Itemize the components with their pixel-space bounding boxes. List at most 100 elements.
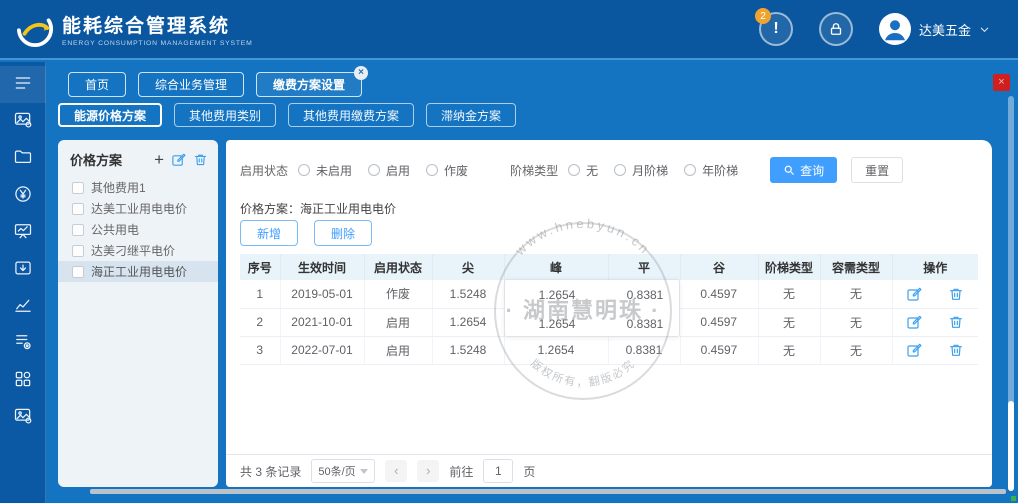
radio-icon[interactable] — [614, 164, 626, 176]
checkbox[interactable] — [72, 203, 84, 215]
sidebar-item-9[interactable] — [0, 399, 46, 436]
checkbox[interactable] — [72, 266, 84, 278]
line-chart-icon — [13, 295, 33, 318]
user-menu[interactable]: 达美五金 — [879, 13, 990, 45]
table-cell: 1 — [240, 280, 280, 308]
column-header: 尖 — [432, 254, 504, 280]
tab-sub-1[interactable]: 其他费用类别 — [174, 103, 276, 127]
edit-row-icon[interactable] — [906, 342, 922, 358]
notification-button[interactable]: ! 2 — [759, 12, 793, 46]
radio-icon[interactable] — [684, 164, 696, 176]
search-button[interactable]: 查询 — [770, 157, 837, 183]
radio-icon[interactable] — [568, 164, 580, 176]
tab-main-1[interactable]: 综合业务管理 — [138, 72, 244, 97]
table-cell-actions — [892, 308, 978, 336]
delete-row-icon[interactable] — [948, 314, 964, 330]
sub-tabs: 能源价格方案其他费用类别其他费用缴费方案滞纳金方案 — [58, 103, 516, 127]
overlay-value: 1.2654 — [505, 280, 609, 309]
sidebar-item-3[interactable] — [0, 177, 46, 214]
checkbox[interactable] — [72, 182, 84, 194]
resize-corner-dot — [1011, 496, 1016, 501]
sidebar-item-5[interactable] — [0, 251, 46, 288]
checkbox[interactable] — [72, 224, 84, 236]
table-cell: 2022-07-01 — [280, 336, 364, 364]
table-cell: 2 — [240, 308, 280, 336]
tab-sub-3[interactable]: 滞纳金方案 — [426, 103, 516, 127]
sidebar — [0, 62, 46, 503]
close-tab-icon[interactable]: × — [354, 66, 368, 80]
tab-main-2[interactable]: 缴费方案设置× — [256, 72, 362, 97]
menu-icon — [13, 73, 33, 96]
table-cell: 无 — [758, 336, 820, 364]
edit-row-icon[interactable] — [906, 286, 922, 302]
column-header: 启用状态 — [364, 254, 432, 280]
table-cell: 1.2654 — [432, 308, 504, 336]
delete-button[interactable]: 删除 — [314, 220, 372, 246]
radio-icon[interactable] — [426, 164, 438, 176]
image-gear-icon — [13, 406, 33, 429]
column-header: 序号 — [240, 254, 280, 280]
delete-plan-icon[interactable] — [193, 152, 208, 167]
add-button[interactable]: 新增 — [240, 220, 298, 246]
radio-icon[interactable] — [368, 164, 380, 176]
column-header: 操作 — [892, 254, 978, 280]
delete-row-icon[interactable] — [948, 286, 964, 302]
tab-main-0[interactable]: 首页 — [68, 72, 126, 97]
checkbox[interactable] — [72, 245, 84, 257]
prev-page-button[interactable]: ‹ — [385, 460, 407, 482]
sidebar-item-6[interactable] — [0, 288, 46, 325]
table-cell: 无 — [820, 308, 892, 336]
sidebar-item-4[interactable] — [0, 214, 46, 251]
price-plan-list: 其他费用1达美工业用电电价公共用电达美刁继平电价海正工业用电电价 — [58, 177, 218, 282]
radio-ladder-type-2[interactable]: 年阶梯 — [684, 162, 738, 179]
notification-badge: 2 — [755, 8, 771, 24]
vertical-scrollbar-thumb[interactable] — [1008, 401, 1014, 491]
reset-button[interactable]: 重置 — [851, 157, 903, 183]
plan-list-item-0[interactable]: 其他费用1 — [58, 177, 218, 198]
edit-plan-icon[interactable] — [171, 152, 186, 167]
close-all-button[interactable]: × — [993, 74, 1010, 91]
page-number-input[interactable] — [483, 459, 513, 483]
app-logo: 能耗综合管理系统 ENERGY CONSUMPTION MANAGEMENT S… — [16, 10, 253, 48]
app-title: 能耗综合管理系统 — [62, 11, 253, 38]
sidebar-item-8[interactable] — [0, 362, 46, 399]
edit-row-icon[interactable] — [906, 314, 922, 330]
table-cell: 无 — [758, 308, 820, 336]
lock-button[interactable] — [819, 12, 853, 46]
add-plan-icon[interactable]: + — [154, 153, 164, 167]
sidebar-item-1[interactable] — [0, 103, 46, 140]
next-page-button[interactable]: › — [417, 460, 439, 482]
table-row: 32022-07-01启用1.52481.26540.83810.4597无无 — [240, 336, 978, 364]
radio-label: 启用 — [386, 162, 410, 179]
vertical-scrollbar[interactable] — [1008, 96, 1014, 491]
tab-sub-2[interactable]: 其他费用缴费方案 — [288, 103, 414, 127]
sidebar-item-7[interactable] — [0, 325, 46, 362]
plan-list-item-1[interactable]: 达美工业用电电价 — [58, 198, 218, 219]
radio-enable-status-1[interactable]: 启用 — [368, 162, 410, 179]
radio-ladder-type-0[interactable]: 无 — [568, 162, 598, 179]
plan-label: 海正工业用电电价 — [91, 263, 187, 280]
table-cell: 0.4597 — [680, 308, 758, 336]
avatar — [879, 13, 911, 45]
radio-label: 无 — [586, 162, 598, 179]
sidebar-item-0[interactable] — [0, 66, 46, 103]
table-cell-actions — [892, 336, 978, 364]
sidebar-item-2[interactable] — [0, 140, 46, 177]
plan-list-item-4[interactable]: 海正工业用电电价 — [58, 261, 218, 282]
table-cell: 0.4597 — [680, 280, 758, 308]
tab-sub-0[interactable]: 能源价格方案 — [58, 103, 162, 127]
radio-enable-status-2[interactable]: 作废 — [426, 162, 468, 179]
radio-enable-status-0[interactable]: 未启用 — [298, 162, 352, 179]
delete-row-icon[interactable] — [948, 342, 964, 358]
radio-icon[interactable] — [298, 164, 310, 176]
username: 达美五金 — [919, 20, 971, 39]
pagination-bar: 共 3 条记录 50条/页 ‹ › 前往 页 — [226, 454, 992, 487]
document-gear-icon — [13, 332, 33, 355]
plan-list-item-3[interactable]: 达美刁继平电价 — [58, 240, 218, 261]
horizontal-scrollbar[interactable] — [90, 489, 1006, 494]
filter-bar: 启用状态 未启用启用作废 阶梯类型 无月阶梯年阶梯 查询 重置 — [240, 156, 978, 184]
page-size-select[interactable]: 50条/页 — [311, 459, 375, 483]
highlight-overlay-box: 1.26540.83811.26540.8381 — [504, 279, 680, 337]
plan-list-item-2[interactable]: 公共用电 — [58, 219, 218, 240]
radio-ladder-type-1[interactable]: 月阶梯 — [614, 162, 668, 179]
